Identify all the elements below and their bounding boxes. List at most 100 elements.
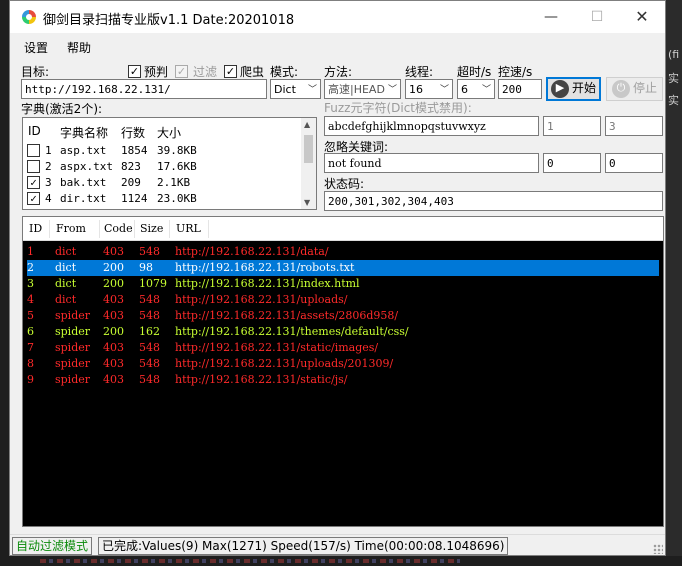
dict-row-checkbox[interactable]: ✓ [27,176,40,189]
result-cell-code: 403 [103,373,124,386]
filter-mode-indicator: 自动过滤模式 [12,537,93,555]
dict-row-checkbox[interactable] [27,144,40,157]
result-cell-code: 200 [103,325,124,338]
timeout-select[interactable]: 6 ﹀ [457,79,495,99]
method-value: 高速|HEAD [328,83,385,96]
ignore-max-input[interactable]: 0 [605,153,663,173]
mode-select[interactable]: Dict ﹀ [270,79,321,99]
dict-scrollbar[interactable]: ▲ ▼ [301,118,316,209]
threads-select[interactable]: 16 ﹀ [405,79,453,99]
scroll-down-icon[interactable]: ▼ [304,198,310,207]
app-logo-icon [22,10,36,24]
dict-row[interactable]: 2 aspx.txt 823 17.6KB [23,159,303,175]
scroll-up-icon[interactable]: ▲ [304,120,310,129]
col-code[interactable]: Code [104,222,133,235]
menu-bar: 设置 帮助 [10,34,665,58]
dict-list[interactable]: ID 字典名称 行数 大小 1 asp.txt 1854 39.8KB 2 as… [22,117,317,210]
stop-button-label: 停止 [632,81,657,95]
threads-label: 线程: [405,65,434,79]
results-table[interactable]: ID From Code Size URL 1 dict 403 548 http://… [22,216,664,527]
result-cell-size: 548 [139,341,160,354]
background-window-strip: (fi 实 实 [666,0,682,566]
result-cell-from: spider [55,325,91,338]
dict-row-checkbox[interactable] [27,160,40,173]
dict-list-header: ID 字典名称 行数 大小 [23,123,303,140]
result-row[interactable]: 7 spider 403 548 http://192.168.22.131/stati… [27,340,659,356]
dict-row[interactable]: ✓ 4 dir.txt 1124 23.0KB [23,191,303,207]
result-cell-size: 548 [139,293,160,306]
result-row[interactable]: 6 spider 200 162 http://192.168.22.131/theme… [27,324,659,340]
result-cell-from: dict [55,293,77,306]
result-cell-size: 548 [139,373,160,386]
result-cell-from: spider [55,357,91,370]
scroll-thumb[interactable] [304,135,313,163]
dict-header-name: 字典名称 [60,126,109,140]
status-code-label: 状态码: [324,177,365,191]
start-button[interactable]: ▶ 开始 [546,77,601,101]
col-url[interactable]: URL [176,222,201,235]
stop-button[interactable]: ⏻ 停止 [606,77,663,101]
target-url-input[interactable]: http://192.168.22.131/ [21,79,267,99]
fuzz-min-input[interactable]: 1 [543,116,601,136]
result-cell-url: http://192.168.22.131/static/images/ [175,341,379,354]
result-cell-size: 162 [139,325,160,338]
maximize-button[interactable]: ☐ [574,1,620,33]
col-from[interactable]: From [56,222,86,235]
dict-row-id: 2 [45,160,52,173]
dict-row-lines: 209 [121,176,141,189]
dict-row-checkbox[interactable]: ✓ [27,192,40,205]
result-cell-code: 403 [103,341,124,354]
filter-checkbox[interactable]: ✓ [175,65,188,78]
result-row[interactable]: 1 dict 403 548 http://192.168.22.131/data/ [27,244,659,260]
resize-grip-icon[interactable] [653,544,663,554]
crawl-label: 爬虫 [240,65,265,79]
dict-row[interactable]: 1 asp.txt 1854 39.8KB [23,143,303,159]
timeout-label: 超时/s [457,65,492,79]
result-cell-size: 548 [139,309,160,322]
result-cell-from: dict [55,245,77,258]
method-select[interactable]: 高速|HEAD ﹀ [324,79,401,99]
status-code-input[interactable]: 200,301,302,304,403 [324,191,663,211]
result-row[interactable]: 2 dict 200 98 http://192.168.22.131/robots.t… [27,260,659,276]
ignore-keyword-input[interactable]: not found [324,153,539,173]
dict-row-lines: 823 [121,160,141,173]
col-size[interactable]: Size [140,222,163,235]
minimize-button[interactable]: — [528,1,574,33]
menu-settings[interactable]: 设置 [24,39,48,56]
dict-row-lines: 1124 [121,192,148,205]
menu-help[interactable]: 帮助 [67,39,91,56]
result-cell-id: 1 [27,245,34,258]
result-row[interactable]: 4 dict 403 548 http://192.168.22.131/uploads… [27,292,659,308]
result-row[interactable]: 5 spider 403 548 http://192.168.22.131/asset… [27,308,659,324]
dict-header-lines: 行数 [121,126,146,140]
dict-row-id: 4 [45,192,52,205]
col-id[interactable]: ID [29,222,42,235]
ignore-min-input[interactable]: 0 [543,153,601,173]
close-button[interactable]: ✕ [619,1,665,33]
speed-input[interactable]: 200 [498,79,542,99]
dict-header-size: 大小 [157,126,182,140]
dict-row-id: 1 [45,144,52,157]
chevron-down-icon: ﹀ [481,85,491,95]
crawl-checkbox[interactable]: ✓ [224,65,237,78]
dict-row-name: asp.txt [60,144,107,157]
predict-checkbox[interactable]: ✓ [128,65,141,78]
result-cell-code: 200 [103,261,124,274]
dict-row-name: dir.txt [60,192,107,205]
result-cell-size: 548 [139,245,160,258]
speed-label: 控速/s [498,65,533,79]
dict-row-size: 2.1KB [157,176,191,189]
background-taskbar-noise [0,556,682,566]
result-row[interactable]: 9 spider 403 548 http://192.168.22.131/stati… [27,372,659,388]
fuzz-max-input[interactable]: 3 [605,116,663,136]
dict-row-lines: 1854 [121,144,148,157]
chevron-down-icon: ﹀ [439,85,449,95]
fuzz-chars-input[interactable]: abcdefghijklmnopqstuvwxyz [324,116,539,136]
result-row[interactable]: 3 dict 200 1079 http://192.168.22.131/index.… [27,276,659,292]
result-cell-size: 548 [139,357,160,370]
dict-row[interactable]: ✓ 3 bak.txt 209 2.1KB [23,175,303,191]
title-bar[interactable]: 御剑目录扫描专业版v1.1 Date:20201018 — ☐ ✕ [10,1,665,33]
dict-row-id: 3 [45,176,52,189]
result-cell-id: 3 [27,277,34,290]
result-row[interactable]: 8 spider 403 548 http://192.168.22.131/uploa… [27,356,659,372]
